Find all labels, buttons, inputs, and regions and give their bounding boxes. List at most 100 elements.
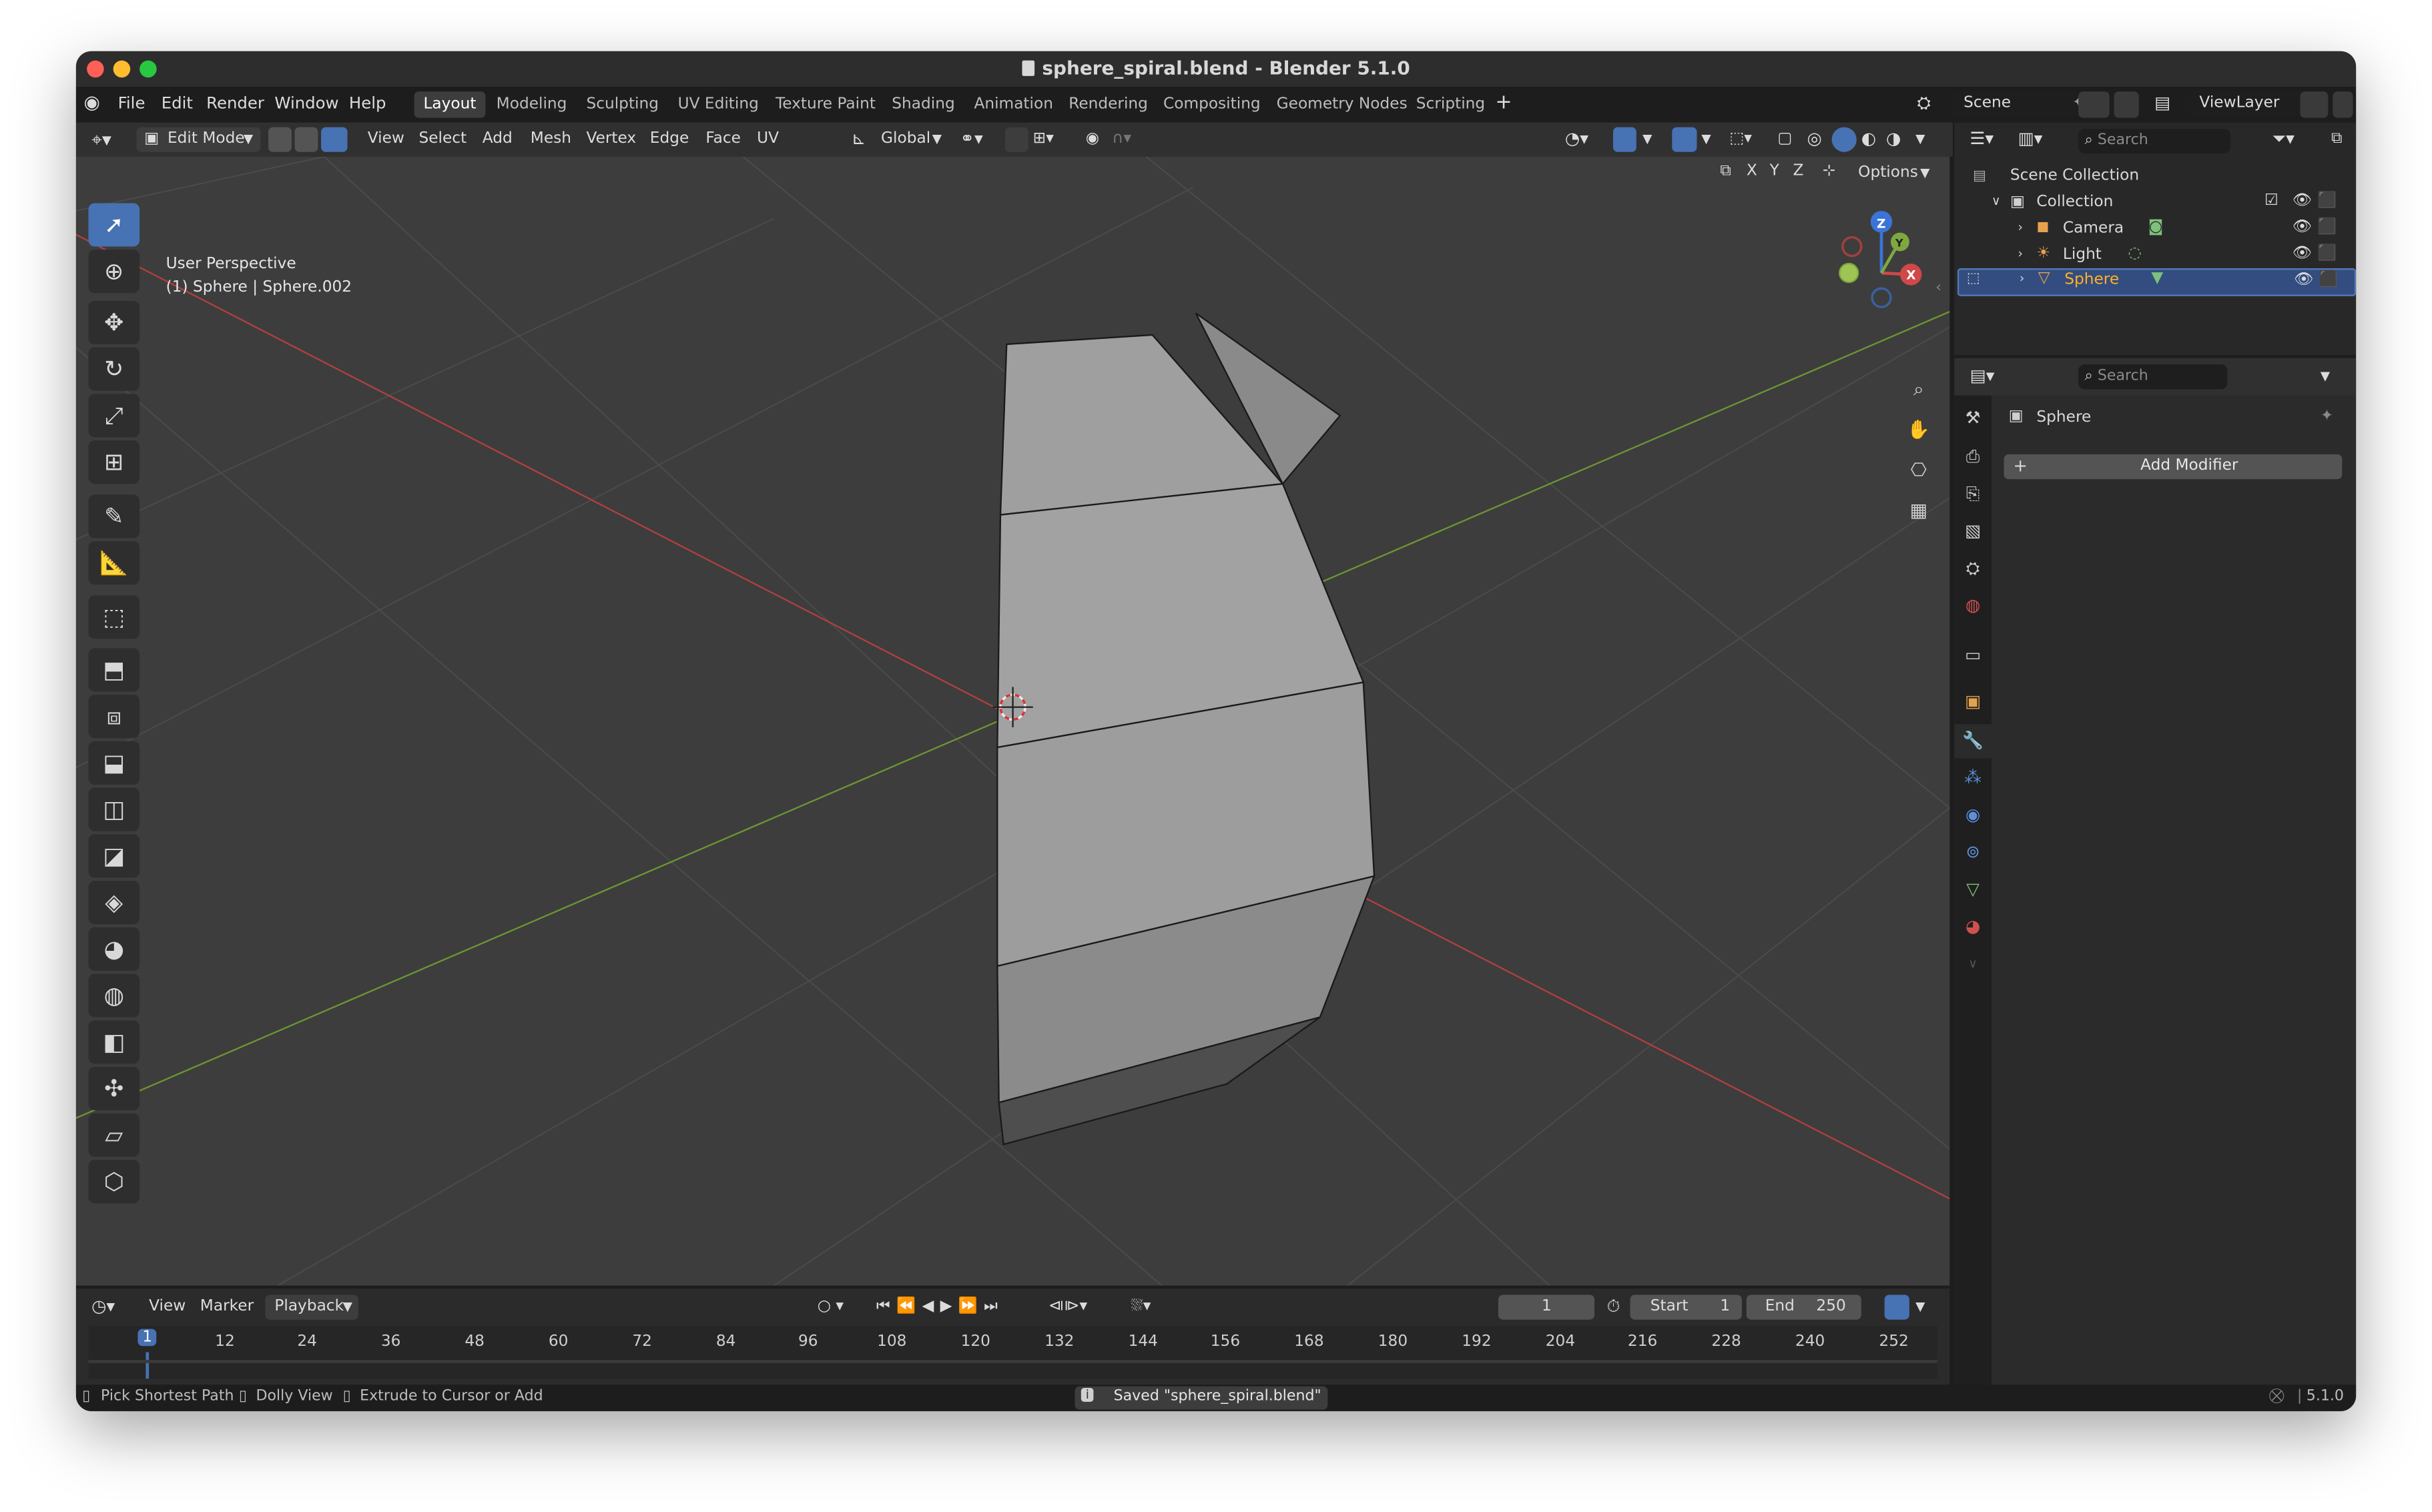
outliner-editor-icon[interactable]: ☰▾ xyxy=(1969,127,1994,152)
snap-toggle-icon[interactable] xyxy=(1004,127,1028,152)
menu-add[interactable]: Add xyxy=(483,127,513,152)
pin-icon[interactable]: ✦ xyxy=(2321,408,2333,425)
outliner-search-input[interactable]: ⌕ Search xyxy=(2078,128,2230,154)
tab-uv-editing[interactable]: UV Editing xyxy=(669,91,768,118)
chevron-down-icon[interactable]: ▼ xyxy=(1701,127,1711,152)
chevron-down-icon[interactable]: ▼ xyxy=(1915,127,1925,152)
shrink-fatten-tool-icon[interactable]: ✣ xyxy=(88,1066,140,1110)
collection-tab-icon[interactable]: ▭ xyxy=(1962,645,1984,667)
rotate-tool-icon[interactable]: ↻ xyxy=(88,347,140,391)
mesh-object[interactable] xyxy=(996,312,1376,1146)
output-tab-icon[interactable]: ⎘ xyxy=(1962,484,1984,506)
object-visibility-icon[interactable]: ◔▾ xyxy=(1565,127,1588,152)
camera-data-icon[interactable]: ◙ xyxy=(2148,219,2164,236)
inset-tool-icon[interactable]: ⧈ xyxy=(88,695,140,739)
menu-window[interactable]: Window xyxy=(274,95,338,113)
menu-render[interactable]: Render xyxy=(206,95,264,113)
tool-tab-icon[interactable]: ⚒ xyxy=(1962,408,1984,430)
spin-tool-icon[interactable]: ◕ xyxy=(88,927,140,971)
mesh-data-icon[interactable]: ▼ xyxy=(2151,270,2163,287)
falloff-icon[interactable]: ∩▾ xyxy=(1112,127,1131,152)
timeline-menu-marker[interactable]: Marker xyxy=(200,1295,254,1320)
move-tool-icon[interactable]: ✥ xyxy=(88,300,140,344)
tab-geometry-nodes[interactable]: Geometry Nodes xyxy=(1267,91,1417,118)
mesh-edit-overlays-icon[interactable]: ⬚▾ xyxy=(1729,127,1752,152)
delete-scene-icon[interactable] xyxy=(2114,91,2139,118)
auto-keying-icon[interactable]: ○ ▾ xyxy=(818,1295,844,1320)
chevron-down-icon[interactable]: ▼ xyxy=(1915,1295,1925,1320)
face-select-icon[interactable] xyxy=(321,127,348,152)
gizmo-toggle-icon[interactable] xyxy=(1612,127,1636,152)
keyframe-jump-icon[interactable]: ⧏⧐▾ xyxy=(1048,1295,1087,1320)
tab-scripting[interactable]: Scripting xyxy=(1407,91,1494,118)
edge-slide-tool-icon[interactable]: ◧ xyxy=(88,1020,140,1064)
mirror-x-toggle[interactable]: X xyxy=(1747,159,1757,184)
view-layer-selector[interactable]: ViewLayer xyxy=(2185,91,2313,118)
playback-dropdown[interactable]: Playback ▼ xyxy=(265,1294,358,1320)
camera-view-icon[interactable]: ⎔ xyxy=(1901,453,1935,487)
menu-file[interactable]: File xyxy=(118,95,145,113)
render-tab-icon[interactable]: ⎙ xyxy=(1962,446,1984,468)
save-report-badge[interactable]: i Saved "sphere_spiral.blend" xyxy=(1075,1386,1328,1410)
add-modifier-button[interactable]: + Add Modifier xyxy=(2004,454,2343,480)
playback-controls[interactable]: ⏮⏪◀▶⏩⏭ xyxy=(876,1295,1004,1320)
mesh-data-tab-icon[interactable]: ▽ xyxy=(1962,879,1984,901)
sidebar-toggle-icon[interactable]: ‹ xyxy=(1935,276,1941,301)
pivot-point-icon[interactable]: ⚭▾ xyxy=(960,127,983,152)
expand-arrow-icon[interactable]: › xyxy=(2018,247,2023,261)
display-mode-icon[interactable]: ▥▾ xyxy=(2018,127,2043,152)
new-collection-icon[interactable]: ⧉ xyxy=(2331,127,2343,152)
eye-icon[interactable]: 👁 xyxy=(2293,219,2313,236)
world-tab-icon[interactable]: ◍ xyxy=(1962,595,1984,617)
scene-tab-icon[interactable]: ⛭ xyxy=(1962,558,1984,581)
tab-texture-paint[interactable]: Texture Paint xyxy=(766,91,885,118)
snap-target-icon[interactable]: ⊞▾ xyxy=(1033,127,1054,152)
filter-icon[interactable]: ⏷▾ xyxy=(2272,127,2295,152)
mirror-y-toggle[interactable]: Y xyxy=(1770,159,1779,184)
rip-tool-icon[interactable]: ⬡ xyxy=(88,1160,140,1204)
scene-icon[interactable]: ⛭ xyxy=(1917,93,1930,115)
options-dropdown[interactable]: Options ▼ xyxy=(1847,161,1937,186)
camera-render-icon[interactable]: ⬛ xyxy=(2317,245,2337,262)
camera-render-icon[interactable]: ⬛ xyxy=(2317,219,2337,236)
new-scene-icon[interactable] xyxy=(2078,91,2110,118)
annotate-tool-icon[interactable]: ✎ xyxy=(88,494,140,538)
loop-cut-tool-icon[interactable]: ◫ xyxy=(88,787,140,831)
modifier-tab-active[interactable]: 🔧 xyxy=(1954,724,1992,759)
outliner-row-sphere[interactable]: ⬚ › ▽ Sphere ▼ 👁 ⬛ xyxy=(1957,268,2357,296)
proportional-editing-icon[interactable]: ◉ xyxy=(1086,127,1099,152)
eye-icon[interactable]: 👁 xyxy=(2294,272,2314,289)
playhead[interactable] xyxy=(145,1352,149,1379)
scene-collection-label[interactable]: Scene Collection xyxy=(2010,167,2139,185)
current-frame-field[interactable]: 1 xyxy=(1498,1294,1595,1320)
extrude-tool-icon[interactable]: ⬒ xyxy=(88,648,140,692)
outliner-item-camera[interactable]: Camera xyxy=(2063,220,2124,238)
expand-arrow-icon[interactable]: › xyxy=(2018,220,2023,234)
poly-build-tool-icon[interactable]: ◈ xyxy=(88,881,140,925)
physics-tab-icon[interactable]: ◉ xyxy=(1962,805,1984,827)
chevron-down-icon[interactable]: ▼ xyxy=(1642,127,1652,152)
xray-toggle-icon[interactable]: ▢ xyxy=(1777,127,1792,152)
start-frame-field[interactable]: Start 1 xyxy=(1630,1294,1742,1320)
chevron-down-icon[interactable]: ▼ xyxy=(2321,364,2330,389)
menu-edge[interactable]: Edge xyxy=(650,127,689,152)
chevron-down-icon[interactable]: ∨ xyxy=(1962,954,1984,976)
timeline-ruler[interactable]: 1 12 24 36 48 60 72 84 96 108 120 132 14… xyxy=(88,1326,1937,1379)
shear-tool-icon[interactable]: ▱ xyxy=(88,1113,140,1157)
smooth-tool-icon[interactable]: ◍ xyxy=(88,974,140,1018)
timeline-overlay-icon[interactable] xyxy=(1884,1294,1909,1320)
vertex-select-icon[interactable] xyxy=(268,127,292,152)
outliner-item-sphere[interactable]: Sphere xyxy=(2064,272,2119,289)
menu-view[interactable]: View xyxy=(368,127,404,152)
properties-search-input[interactable]: ⌕ Search xyxy=(2078,364,2228,390)
properties-editor-icon[interactable]: ▤▾ xyxy=(1969,364,1994,389)
edit-mode-icon[interactable]: ⬚ xyxy=(1967,272,1980,287)
view-layer-tab-icon[interactable]: ▧ xyxy=(1962,521,1984,543)
expand-arrow-icon[interactable]: › xyxy=(2020,272,2024,286)
light-data-icon[interactable]: ◌ xyxy=(2128,245,2142,262)
tab-shading[interactable]: Shading xyxy=(882,91,964,118)
camera-render-icon[interactable]: ⬛ xyxy=(2317,192,2337,210)
tab-compositing[interactable]: Compositing xyxy=(1154,91,1270,118)
delete-view-layer-icon[interactable] xyxy=(2333,91,2353,118)
cursor-tool-icon[interactable]: ⊕ xyxy=(88,250,140,294)
